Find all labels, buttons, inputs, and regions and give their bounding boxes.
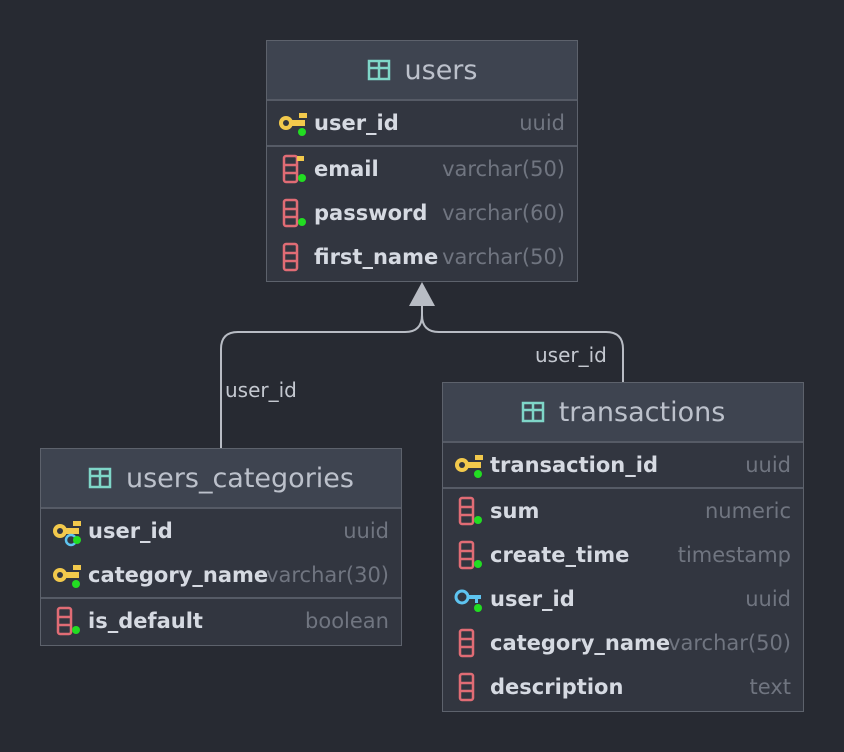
table-users[interactable]: users user_id uuid email varchar(50) pas… xyxy=(266,40,578,282)
table-title: users xyxy=(404,54,478,86)
column-type: varchar(30) xyxy=(266,563,389,587)
column-name: user_id xyxy=(490,587,575,611)
table-title: transactions xyxy=(558,396,726,428)
relation-label-users-categories: user_id xyxy=(225,378,297,402)
column-name: user_id xyxy=(88,519,173,543)
primary-foreign-key-icon xyxy=(53,521,81,547)
table-title: users_categories xyxy=(126,462,354,494)
table-header[interactable]: users xyxy=(267,41,577,101)
column-name: description xyxy=(490,675,624,699)
column-name: category_name xyxy=(88,563,269,587)
column-icon xyxy=(282,198,306,228)
column-type: numeric xyxy=(704,499,791,523)
table-transactions[interactable]: transactions transaction_id uuid sum num… xyxy=(442,382,804,712)
column-name: category_name xyxy=(490,631,671,655)
column-row-create-time[interactable]: create_time timestamp xyxy=(443,533,803,577)
column-name: email xyxy=(314,157,379,181)
column-row-description[interactable]: description text xyxy=(443,665,803,709)
column-type: text xyxy=(749,675,791,699)
column-icon xyxy=(458,540,482,570)
unique-column-icon xyxy=(282,154,306,184)
primary-key-icon xyxy=(279,113,307,136)
column-type: varchar(50) xyxy=(442,157,565,181)
column-row-category-name[interactable]: category_name varchar(50) xyxy=(443,621,803,665)
column-icon xyxy=(458,496,482,526)
column-type: uuid xyxy=(343,519,389,543)
column-type: varchar(60) xyxy=(442,201,565,225)
column-type: uuid xyxy=(745,587,791,611)
table-icon xyxy=(521,401,544,423)
column-row-transaction-id[interactable]: transaction_id uuid xyxy=(443,443,803,487)
foreign-key-icon xyxy=(454,589,482,612)
column-icon xyxy=(458,628,475,658)
column-type: varchar(50) xyxy=(668,631,791,655)
column-row-password[interactable]: password varchar(60) xyxy=(267,191,577,235)
table-header[interactable]: users_categories xyxy=(41,449,401,509)
column-icon xyxy=(458,672,475,702)
column-type: timestamp xyxy=(677,543,791,567)
column-name: password xyxy=(314,201,428,225)
column-icon xyxy=(282,242,299,272)
relation-line-users-categories[interactable] xyxy=(220,300,423,448)
column-icon xyxy=(56,606,80,636)
table-icon xyxy=(367,59,390,81)
column-row-category-name[interactable]: category_name varchar(30) xyxy=(41,553,401,597)
column-name: sum xyxy=(490,499,540,523)
column-type: varchar(50) xyxy=(442,245,565,269)
column-row-user-id[interactable]: user_id uuid xyxy=(443,577,803,621)
table-users-categories[interactable]: users_categories user_id uuid category_n… xyxy=(40,448,402,646)
primary-key-icon xyxy=(53,565,81,588)
column-row-user-id[interactable]: user_id uuid xyxy=(41,509,401,553)
column-row-is-default[interactable]: is_default boolean xyxy=(41,599,401,643)
table-icon xyxy=(88,467,112,489)
column-row-sum[interactable]: sum numeric xyxy=(443,489,803,533)
column-name: first_name xyxy=(314,245,439,269)
primary-key-icon xyxy=(455,455,483,478)
column-type: boolean xyxy=(305,609,389,633)
inheritance-arrowhead xyxy=(409,282,435,306)
column-row-user-id[interactable]: user_id uuid xyxy=(267,101,577,145)
column-type: uuid xyxy=(745,453,791,477)
column-type: uuid xyxy=(519,111,565,135)
column-name: is_default xyxy=(88,609,203,633)
column-row-first-name[interactable]: first_name varchar(50) xyxy=(267,235,577,279)
relation-label-transactions: user_id xyxy=(535,343,607,367)
column-row-email[interactable]: email varchar(50) xyxy=(267,147,577,191)
column-name: transaction_id xyxy=(490,453,658,477)
column-name: user_id xyxy=(314,111,399,135)
column-name: create_time xyxy=(490,543,630,567)
table-header[interactable]: transactions xyxy=(443,383,803,443)
